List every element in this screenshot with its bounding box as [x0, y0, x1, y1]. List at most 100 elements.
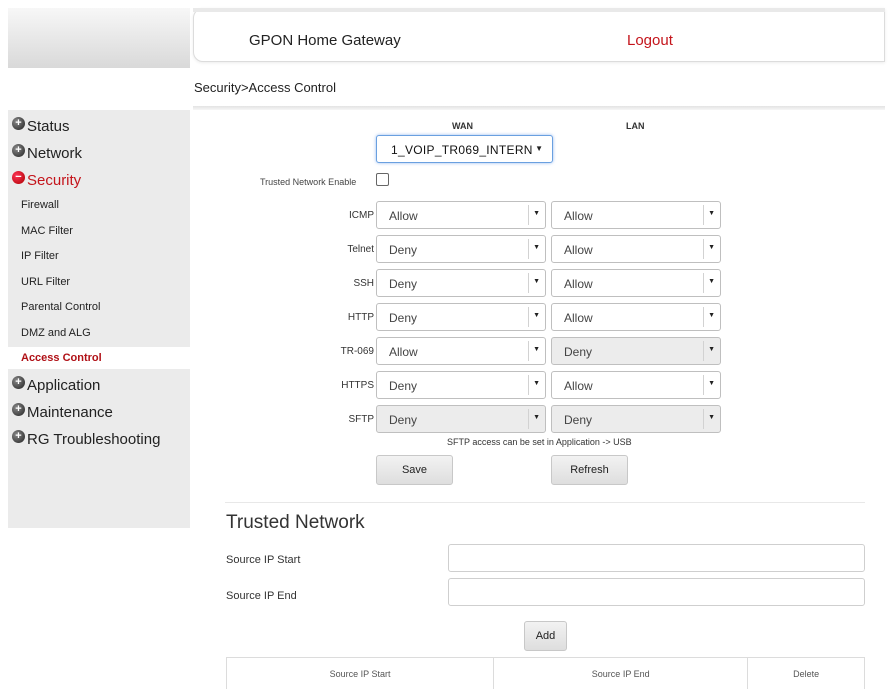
select-separator: [703, 205, 704, 225]
source-ip-end-input[interactable]: [448, 578, 865, 606]
caret-down-icon: ▼: [535, 144, 543, 153]
select-separator: [703, 307, 704, 327]
select-separator: [528, 341, 529, 361]
page-root: + Status + Network − Security Firewall M…: [0, 0, 893, 689]
sidebar-subitem-mac-filter[interactable]: MAC Filter: [21, 225, 73, 237]
service-label: TR-069: [340, 346, 374, 357]
source-ip-start-input[interactable]: [448, 544, 865, 572]
select-separator: [528, 307, 529, 327]
sidebar-item-network[interactable]: + Network: [12, 142, 82, 164]
breadcrumb: Security>Access Control: [194, 80, 336, 95]
wan-access-select[interactable]: Deny ▼: [376, 371, 546, 399]
sidebar-header-panel: [8, 8, 190, 68]
wan-access-select[interactable]: Deny ▼: [376, 405, 546, 433]
lan-access-select[interactable]: Allow ▼: [551, 269, 721, 297]
wan-access-value: Deny: [389, 379, 418, 393]
caret-down-icon: ▼: [708, 278, 715, 285]
trusted-network-enable-label: Trusted Network Enable: [260, 177, 357, 187]
lan-access-select[interactable]: Deny ▼: [551, 337, 721, 365]
sidebar-item-status[interactable]: + Status: [12, 115, 70, 137]
caret-down-icon: ▼: [708, 312, 715, 319]
sidebar-subitem-ip-filter[interactable]: IP Filter: [21, 250, 59, 262]
sidebar-item-maintenance[interactable]: + Maintenance: [12, 401, 113, 423]
select-separator: [703, 341, 704, 361]
sidebar-subitem-parental-control[interactable]: Parental Control: [21, 301, 101, 313]
sftp-note: SFTP access can be set in Application ->…: [447, 437, 632, 447]
lan-access-value: Allow: [564, 311, 593, 325]
logout-link[interactable]: Logout: [627, 32, 673, 49]
lan-access-select[interactable]: Allow ▼: [551, 371, 721, 399]
select-separator: [528, 205, 529, 225]
wan-access-select[interactable]: Allow ▼: [376, 337, 546, 365]
table-header-delete: Delete: [747, 657, 865, 689]
wan-access-select[interactable]: Allow ▼: [376, 201, 546, 229]
service-label: HTTPS: [341, 380, 374, 391]
plus-icon: +: [12, 402, 25, 416]
caret-down-icon: ▼: [533, 210, 540, 217]
wan-access-select[interactable]: Deny ▼: [376, 235, 546, 263]
lan-access-select[interactable]: Allow ▼: [551, 201, 721, 229]
caret-down-icon: ▼: [708, 244, 715, 251]
service-label: Telnet: [347, 244, 374, 255]
plus-icon: +: [12, 375, 25, 389]
wan-access-value: Deny: [389, 311, 418, 325]
wan-column-header: WAN: [452, 121, 473, 131]
sidebar-subitem-url-filter[interactable]: URL Filter: [21, 276, 70, 288]
sidebar-subitem-access-control[interactable]: Access Control: [21, 352, 102, 364]
wan-access-value: Deny: [389, 277, 418, 291]
wan-access-value: Deny: [389, 413, 418, 427]
select-separator: [528, 375, 529, 395]
sidebar-item-label: RG Troubleshooting: [27, 430, 161, 448]
wan-interface-select[interactable]: 1_VOIP_TR069_INTERN ▼: [376, 135, 553, 163]
sidebar-item-label: Network: [27, 144, 83, 162]
plus-icon: +: [12, 429, 25, 443]
caret-down-icon: ▼: [533, 380, 540, 387]
select-separator: [703, 239, 704, 259]
sidebar-item-label: Application: [27, 376, 101, 394]
refresh-button[interactable]: Refresh: [551, 455, 628, 485]
sidebar-item-rg-troubleshooting[interactable]: + RG Troubleshooting: [12, 428, 160, 450]
save-button[interactable]: Save: [376, 455, 453, 485]
trusted-network-enable-checkbox[interactable]: [376, 173, 389, 186]
plus-icon: +: [12, 116, 25, 130]
trusted-network-table: Source IP Start Source IP End Delete: [225, 657, 865, 689]
section-divider: [225, 502, 865, 503]
select-separator: [703, 273, 704, 293]
sidebar-subitem-dmz-alg[interactable]: DMZ and ALG: [21, 327, 91, 339]
wan-access-select[interactable]: Deny ▼: [376, 269, 546, 297]
select-separator: [703, 375, 704, 395]
lan-access-value: Allow: [564, 209, 593, 223]
caret-down-icon: ▼: [708, 346, 715, 353]
wan-access-value: Allow: [389, 345, 418, 359]
lan-access-select[interactable]: Allow ▼: [551, 235, 721, 263]
service-label: SSH: [353, 278, 374, 289]
sidebar-item-security[interactable]: − Security: [12, 169, 81, 191]
service-label: SFTP: [348, 414, 374, 425]
lan-access-select[interactable]: Deny ▼: [551, 405, 721, 433]
app-title: GPON Home Gateway: [249, 32, 401, 49]
lan-access-select[interactable]: Allow ▼: [551, 303, 721, 331]
lan-access-value: Allow: [564, 243, 593, 257]
select-separator: [703, 409, 704, 429]
wan-access-select[interactable]: Deny ▼: [376, 303, 546, 331]
caret-down-icon: ▼: [708, 380, 715, 387]
caret-down-icon: ▼: [533, 244, 540, 251]
select-separator: [528, 239, 529, 259]
wan-access-value: Deny: [389, 243, 418, 257]
plus-icon: +: [12, 143, 25, 157]
table-header-row: Source IP Start Source IP End Delete: [225, 657, 865, 689]
caret-down-icon: ▼: [533, 346, 540, 353]
lan-access-value: Deny: [564, 413, 593, 427]
header-top-line: [193, 8, 885, 12]
select-separator: [528, 409, 529, 429]
caret-down-icon: ▼: [708, 414, 715, 421]
add-button[interactable]: Add: [524, 621, 567, 651]
lan-access-value: Allow: [564, 379, 593, 393]
sidebar-item-application[interactable]: + Application: [12, 374, 100, 396]
caret-down-icon: ▼: [708, 210, 715, 217]
sidebar-subitem-firewall[interactable]: Firewall: [21, 199, 59, 211]
table-header-source-ip-end: Source IP End: [493, 657, 749, 689]
trusted-network-title: Trusted Network: [226, 512, 365, 533]
sidebar-item-label: Maintenance: [27, 403, 113, 421]
table-header-source-ip-start: Source IP Start: [225, 657, 495, 689]
